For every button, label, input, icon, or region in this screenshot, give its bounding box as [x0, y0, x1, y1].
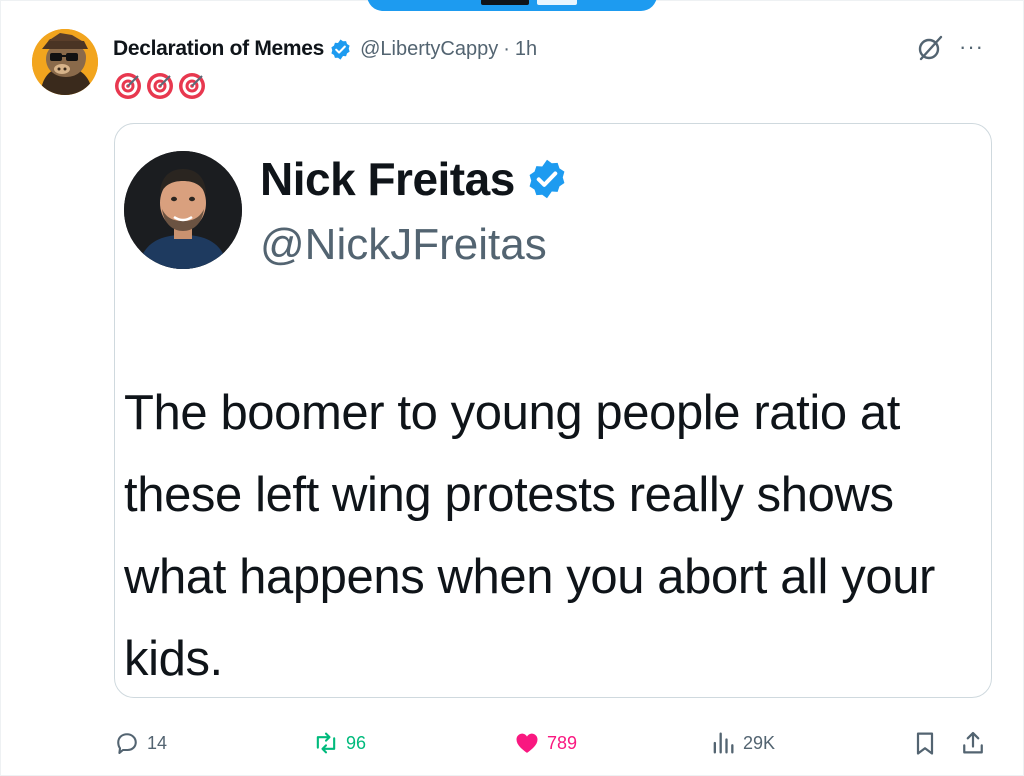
target-emoji-icon [115, 73, 141, 99]
verified-badge-icon [331, 38, 350, 60]
new-posts-pill[interactable] [367, 0, 657, 11]
target-emoji-icon [179, 73, 205, 99]
reply-count: 14 [147, 732, 168, 753]
quoted-post-card[interactable]: Nick Freitas @NickJFreitas The boomer to… [114, 123, 992, 698]
repost-button[interactable]: 96 [312, 721, 366, 765]
author-display-name[interactable]: Declaration of Memes [113, 37, 324, 61]
grok-icon[interactable] [915, 33, 945, 63]
reply-button[interactable]: 14 [113, 721, 167, 765]
verified-badge-icon [529, 159, 565, 199]
quoted-author-avatar[interactable] [124, 151, 242, 269]
views-count: 29K [743, 732, 776, 753]
bookmark-button[interactable] [911, 721, 939, 765]
post-card[interactable]: Declaration of Memes @LibertyCappy · 1h … [0, 0, 1024, 776]
target-emoji-icon [147, 73, 173, 99]
repost-icon [316, 732, 336, 754]
quoted-author-handle[interactable]: @NickJFreitas [260, 220, 547, 270]
quoted-post-text: The boomer to young people ratio at thes… [124, 386, 935, 686]
repost-count: 96 [346, 732, 367, 753]
like-icon [516, 733, 538, 753]
header-separator: · [503, 37, 510, 60]
author-handle[interactable]: @LibertyCappy [360, 38, 498, 61]
action-bar: 14 96 789 29K [1, 721, 1024, 765]
share-icon [963, 731, 983, 754]
share-button[interactable] [959, 721, 987, 765]
pill-label-strip [537, 0, 577, 5]
horse-mascot-icon [32, 29, 98, 95]
views-icon [713, 732, 734, 754]
post-text-emojis [113, 71, 207, 101]
quoted-author-name-row: Nick Freitas [260, 152, 569, 206]
like-count: 789 [547, 732, 578, 753]
author-avatar[interactable] [32, 29, 98, 95]
like-button[interactable]: 789 [513, 721, 577, 765]
views-button[interactable]: 29K [709, 721, 775, 765]
bookmark-icon [916, 732, 934, 755]
post-timestamp[interactable]: 1h [515, 38, 537, 61]
reply-icon [117, 733, 137, 754]
post-header: Declaration of Memes @LibertyCappy · 1h [113, 33, 537, 65]
pill-avatar-strip [481, 0, 529, 5]
quoted-author-display-name[interactable]: Nick Freitas [260, 152, 515, 206]
more-icon[interactable]: ··· [959, 32, 984, 62]
quoted-author-photo [124, 151, 242, 269]
